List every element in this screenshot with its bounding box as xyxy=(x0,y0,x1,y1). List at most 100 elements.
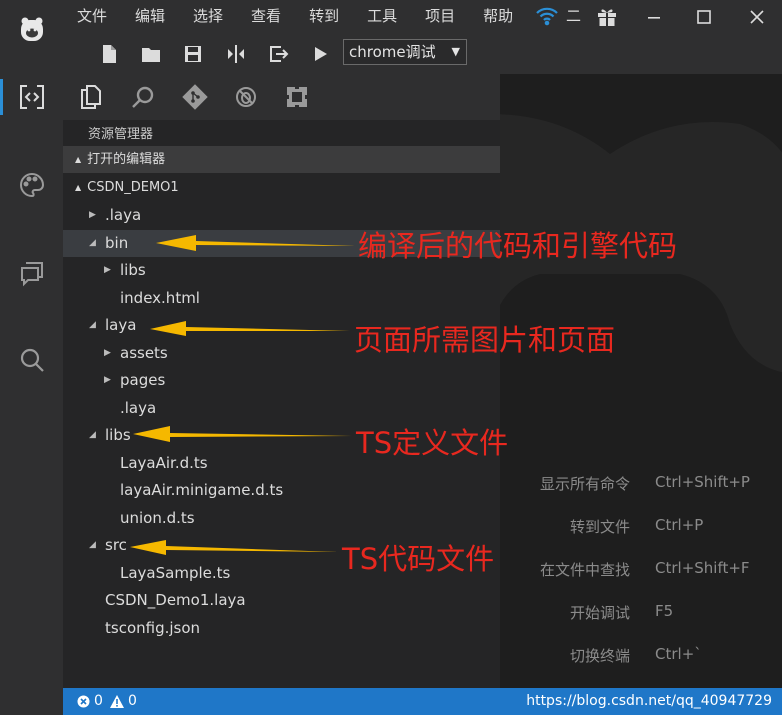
menu-tools[interactable]: 工具 xyxy=(353,0,411,34)
chat-icon[interactable] xyxy=(0,243,63,303)
tree-row-label: CSDN_Demo1.laya xyxy=(105,591,246,609)
run-config-value: chrome调试 xyxy=(349,43,436,61)
menu-select[interactable]: 选择 xyxy=(179,0,237,34)
menu-help[interactable]: 帮助 xyxy=(469,0,527,34)
search-tab-icon[interactable] xyxy=(130,84,156,110)
tree-row[interactable]: index.html xyxy=(63,285,500,313)
hint-shortcut: Ctrl+Shift+P xyxy=(655,473,750,491)
annotation-laya: 页面所需图片和页面 xyxy=(354,323,616,357)
activity-bar xyxy=(0,0,63,715)
open-editors-label: 打开的编辑器 xyxy=(87,152,166,167)
tree-row[interactable]: CSDN_Demo1.laya xyxy=(63,587,500,615)
tree-row-label: index.html xyxy=(120,288,200,307)
explorer-panel: 资源管理器 ▲ 打开的编辑器 ▲ CSDN_DEMO1 ▶ .laya ◢ bin ▶ lib… xyxy=(63,120,500,688)
project-label: CSDN_DEMO1 xyxy=(87,180,179,195)
hint-shortcut: Ctrl+` xyxy=(655,645,702,663)
annotation-src: TS代码文件 xyxy=(342,542,495,576)
tree-row-label: bin xyxy=(105,233,129,252)
compile-icon[interactable] xyxy=(224,42,248,66)
caret-open-icon[interactable]: ◢ xyxy=(89,532,96,559)
tree-row-label: assets xyxy=(120,343,168,362)
hint-label: 转到文件 xyxy=(569,518,630,536)
laya-logo-icon xyxy=(0,0,63,60)
maximize-button[interactable] xyxy=(679,0,729,34)
hint-shortcut: Ctrl+P xyxy=(655,516,704,534)
tree-row-label: union.d.ts xyxy=(120,508,195,527)
caret-closed-icon[interactable]: ▶ xyxy=(104,367,111,394)
open-folder-icon[interactable] xyxy=(139,42,163,66)
menu-bar: 文件 编辑 选择 查看 转到 工具 项目 帮助 xyxy=(63,0,527,34)
menu-edit[interactable]: 编辑 xyxy=(121,0,179,34)
chevron-down-icon: ▼ xyxy=(451,45,460,58)
laya-watermark-icon xyxy=(500,114,782,373)
tree-row[interactable]: tsconfig.json xyxy=(63,615,500,643)
tree-row-label: .laya xyxy=(120,398,157,417)
warnings-count: 0 xyxy=(128,693,137,709)
caret-open-icon[interactable]: ◢ xyxy=(89,422,96,449)
tree-row[interactable]: layaAir.minigame.d.ts xyxy=(63,477,500,505)
collapse-icon: ▲ xyxy=(75,183,82,192)
caret-closed-icon[interactable]: ▶ xyxy=(104,257,111,284)
run-icon[interactable] xyxy=(309,42,333,66)
tree-row-label: layaAir.minigame.d.ts xyxy=(120,481,284,499)
menu-goto[interactable]: 转到 xyxy=(295,0,353,34)
code-icon[interactable] xyxy=(0,67,63,127)
status-bar: 0 0 https://blog.csdn.net/qq_40947729 xyxy=(63,688,782,715)
annotation-bin: 编译后的代码和引擎代码 xyxy=(358,229,678,263)
tree-row-label: laya xyxy=(105,316,137,334)
tree-row[interactable]: ▶ pages xyxy=(63,367,500,395)
tree-row-label: LayaAir.d.ts xyxy=(120,453,208,472)
caret-closed-icon[interactable]: ▶ xyxy=(89,202,96,229)
hint-shortcut: Ctrl+Shift+F xyxy=(655,559,750,577)
extensions-icon[interactable] xyxy=(284,84,310,110)
toolbar: chrome调试 ▼ xyxy=(63,34,782,74)
save-icon[interactable] xyxy=(181,42,205,66)
open-editors-section[interactable]: ▲ 打开的编辑器 xyxy=(63,146,500,173)
hint-label: 开始调试 xyxy=(569,604,630,622)
palette-icon[interactable] xyxy=(0,155,63,215)
tree-row-label: src xyxy=(105,536,127,554)
error-icon xyxy=(77,695,90,708)
tree-row-label: libs xyxy=(105,426,131,444)
watermark-url: https://blog.csdn.net/qq_40947729 xyxy=(526,693,772,709)
new-file-icon[interactable] xyxy=(97,42,121,66)
errors-indicator[interactable]: 0 xyxy=(77,688,103,715)
warning-icon xyxy=(110,695,124,708)
tree-row-label: LayaSample.ts xyxy=(120,563,231,582)
annotation-libs: TS定义文件 xyxy=(356,426,509,460)
tree-row-label: pages xyxy=(120,371,166,389)
files-icon[interactable] xyxy=(78,84,104,110)
explorer-title: 资源管理器 xyxy=(88,127,154,142)
tree-row-label: libs xyxy=(120,261,146,279)
hint-label: 显示所有命令 xyxy=(539,475,630,493)
tree-row[interactable]: union.d.ts xyxy=(63,505,500,533)
menu-view[interactable]: 查看 xyxy=(237,0,295,34)
caret-open-icon[interactable]: ◢ xyxy=(89,312,96,339)
editor-area: 显示所有命令 Ctrl+Shift+P 转到文件 Ctrl+P 在文件中查找 Ctrl+S… xyxy=(500,74,782,688)
git-icon[interactable] xyxy=(182,84,208,110)
hint-label: 切换终端 xyxy=(569,647,630,665)
side-tabs xyxy=(63,74,500,120)
menu-file[interactable]: 文件 xyxy=(63,0,121,34)
tree-row[interactable]: .laya xyxy=(63,395,500,423)
tree-row-label: .laya xyxy=(105,206,142,224)
caret-open-icon[interactable]: ◢ xyxy=(89,230,96,257)
title-bar: 文件 编辑 选择 查看 转到 工具 项目 帮助 二 xyxy=(63,0,782,34)
hint-shortcut: F5 xyxy=(655,602,674,620)
close-button[interactable] xyxy=(732,0,782,34)
caret-closed-icon[interactable]: ▶ xyxy=(104,340,111,367)
debug-icon[interactable] xyxy=(233,84,259,110)
warnings-indicator[interactable]: 0 xyxy=(110,688,137,715)
export-icon[interactable] xyxy=(267,42,291,66)
title-extra: 二 xyxy=(566,7,582,25)
search-icon[interactable] xyxy=(0,330,63,390)
errors-count: 0 xyxy=(94,693,103,709)
run-config-select[interactable]: chrome调试 ▼ xyxy=(343,39,467,65)
minimize-button[interactable] xyxy=(629,0,679,34)
gift-icon[interactable] xyxy=(596,6,618,32)
project-section[interactable]: ▲ CSDN_DEMO1 xyxy=(63,174,500,201)
wifi-icon xyxy=(535,6,559,30)
collapse-icon: ▲ xyxy=(75,155,82,164)
menu-project[interactable]: 项目 xyxy=(411,0,469,34)
tree-row-label: tsconfig.json xyxy=(105,618,201,637)
